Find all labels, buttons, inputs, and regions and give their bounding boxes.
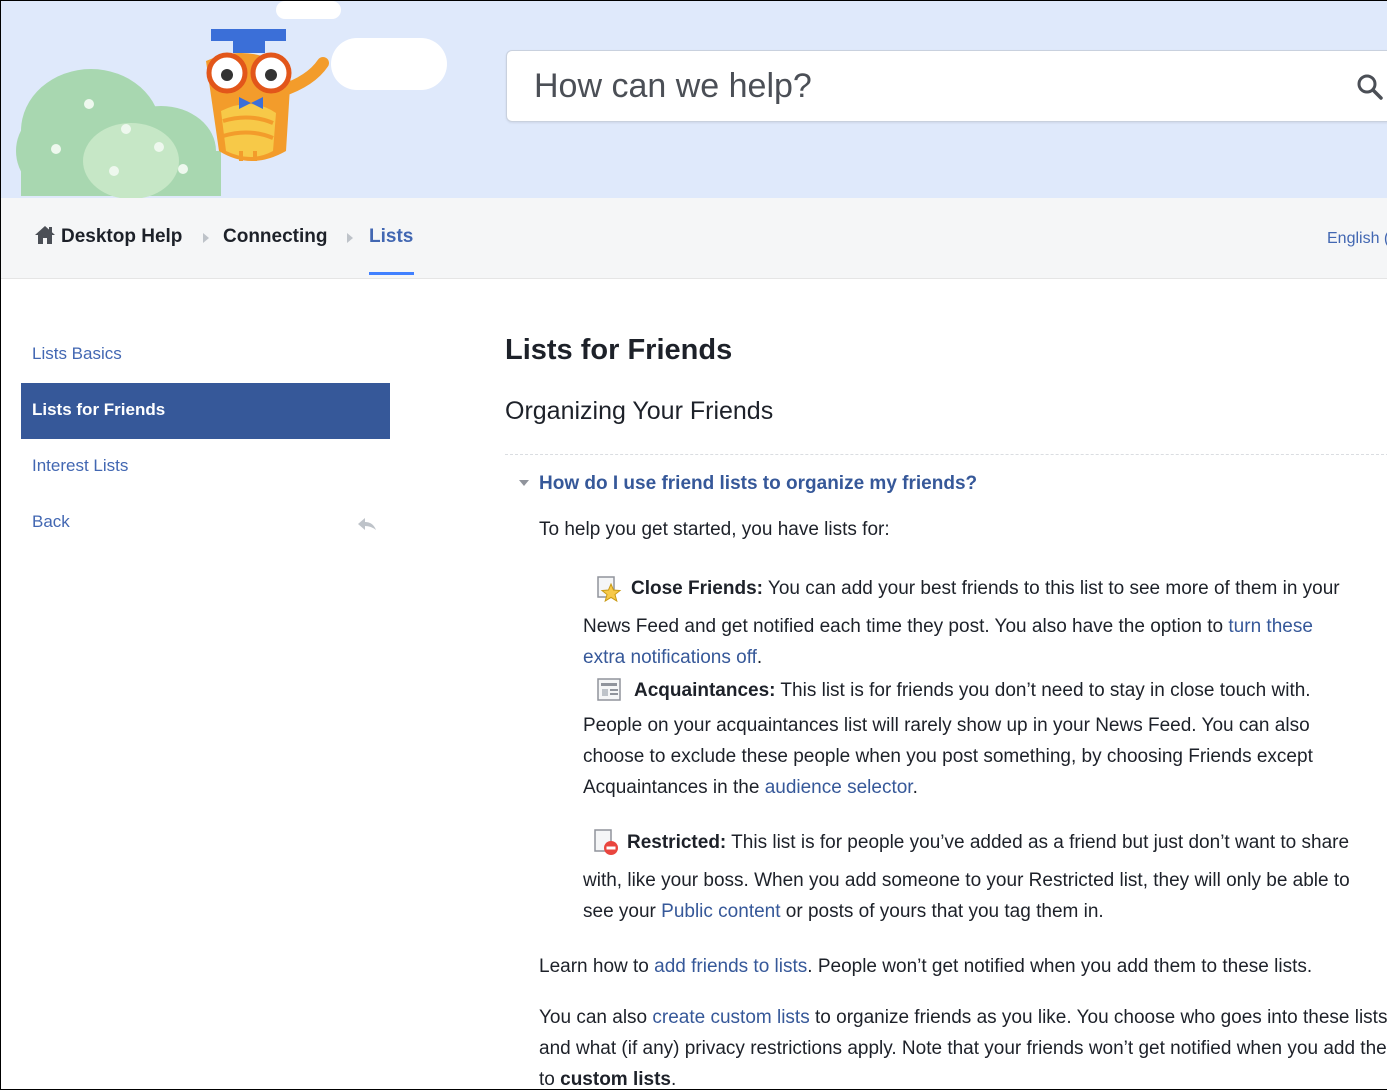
sidebar-item-lists-for-friends[interactable]: Lists for Friends bbox=[21, 383, 390, 439]
audience-selector-link[interactable]: audience selector bbox=[765, 777, 913, 798]
breadcrumb-desktop-help[interactable]: Desktop Help bbox=[61, 226, 182, 248]
close-friends-term: Close Friends: bbox=[631, 578, 763, 599]
acquaintances-line-1: Acquaintances: This list is for friends … bbox=[634, 675, 1311, 706]
hero-banner bbox=[1, 1, 1387, 198]
acquaintances-term: Acquaintances: bbox=[634, 680, 776, 701]
custom-line-2: and what (if any) privacy restrictions a… bbox=[539, 1038, 1387, 1059]
create-custom-lists-link[interactable]: create custom lists bbox=[652, 1007, 809, 1028]
learn-paragraph: Learn how to add friends to lists. Peopl… bbox=[539, 951, 1312, 982]
acquaintances-line-3: choose to exclude these people when you … bbox=[583, 746, 1313, 767]
breadcrumb: Desktop Help Connecting Lists bbox=[1, 198, 1387, 279]
restricted-line-3: see your Public content or posts of your… bbox=[583, 896, 1104, 927]
active-crumb-underline bbox=[369, 272, 414, 275]
sidebar-item-lists-basics[interactable]: Lists Basics bbox=[21, 327, 390, 383]
search-icon[interactable] bbox=[1356, 73, 1384, 101]
turn-off-notifications-link[interactable]: turn these bbox=[1228, 616, 1313, 637]
custom-text: You can also bbox=[539, 1007, 653, 1028]
custom-line-3: to custom lists. bbox=[539, 1064, 677, 1090]
language-selector[interactable]: English (US) bbox=[1327, 230, 1387, 248]
sidebar-item-label: Lists for Friends bbox=[32, 400, 166, 419]
restricted-list-icon bbox=[594, 829, 618, 855]
breadcrumb-lists[interactable]: Lists bbox=[369, 226, 413, 248]
acquaintances-text: This list is for friends you don’t need … bbox=[775, 680, 1311, 701]
page-title: Lists for Friends bbox=[505, 334, 733, 366]
search-input[interactable] bbox=[534, 64, 1314, 108]
restricted-text: This list is for people you’ve added as … bbox=[726, 832, 1350, 853]
breadcrumb-connecting[interactable]: Connecting bbox=[223, 226, 328, 248]
faq-question[interactable]: How do I use friend lists to organize my… bbox=[539, 473, 977, 495]
custom-text: to organize friends as you like. You cho… bbox=[809, 1007, 1387, 1028]
sidebar-item-back[interactable]: Back bbox=[21, 495, 390, 551]
period: . bbox=[756, 647, 763, 668]
close-friends-line-1: Close Friends: You can add your best fri… bbox=[631, 573, 1340, 604]
sidebar-item-label: Back bbox=[32, 512, 70, 531]
restricted-term: Restricted: bbox=[627, 832, 727, 853]
back-arrow-icon[interactable] bbox=[357, 517, 377, 531]
close-friends-text: You can add your best friends to this li… bbox=[762, 578, 1340, 599]
home-icon[interactable] bbox=[34, 225, 56, 245]
close-friends-line-3: extra notifications off. bbox=[583, 642, 762, 673]
sidebar-item-label: Lists Basics bbox=[32, 344, 122, 363]
custom-lists-bold: custom lists bbox=[560, 1069, 671, 1090]
help-center-page: Desktop Help Connecting Lists English (U… bbox=[0, 0, 1387, 1090]
acquaintances-text: Acquaintances in the bbox=[583, 777, 765, 798]
close-friends-text: News Feed and get notified each time the… bbox=[583, 616, 1229, 637]
sidebar-item-interest-lists[interactable]: Interest Lists bbox=[21, 439, 390, 495]
learn-text: . People won’t get notified when you add… bbox=[807, 956, 1313, 977]
restricted-text: or posts of yours that you tag them in. bbox=[780, 901, 1104, 922]
restricted-text: see your bbox=[583, 901, 662, 922]
close-friends-star-icon bbox=[597, 576, 622, 603]
sidebar-item-label: Interest Lists bbox=[32, 456, 129, 475]
close-friends-line-2: News Feed and get notified each time the… bbox=[583, 611, 1313, 642]
chevron-down-icon[interactable] bbox=[519, 479, 529, 487]
restricted-line-1: Restricted: This list is for people you’… bbox=[627, 827, 1349, 858]
custom-text: to bbox=[539, 1069, 561, 1090]
owl-illustration bbox=[16, 1, 447, 198]
add-friends-to-lists-link[interactable]: add friends to lists bbox=[654, 956, 807, 977]
learn-text: Learn how to bbox=[539, 956, 655, 977]
chevron-right-icon bbox=[347, 233, 353, 243]
custom-line-1: You can also create custom lists to orga… bbox=[539, 1002, 1387, 1033]
acquaintances-line-2: People on your acquaintances list will r… bbox=[583, 715, 1310, 736]
section-title: Organizing Your Friends bbox=[505, 397, 774, 425]
intro-text: To help you get started, you have lists … bbox=[539, 519, 890, 540]
divider bbox=[505, 454, 1387, 455]
chevron-right-icon bbox=[203, 233, 209, 243]
acquaintances-list-icon bbox=[597, 678, 621, 701]
search-box[interactable] bbox=[506, 50, 1387, 122]
turn-off-notifications-link[interactable]: extra notifications off bbox=[583, 647, 757, 668]
period: . bbox=[671, 1069, 677, 1090]
period: . bbox=[912, 777, 918, 798]
acquaintances-line-4: Acquaintances in the audience selector. bbox=[583, 772, 918, 803]
restricted-line-2: with, like your boss. When you add someo… bbox=[583, 870, 1350, 891]
public-content-link[interactable]: Public content bbox=[661, 901, 780, 922]
